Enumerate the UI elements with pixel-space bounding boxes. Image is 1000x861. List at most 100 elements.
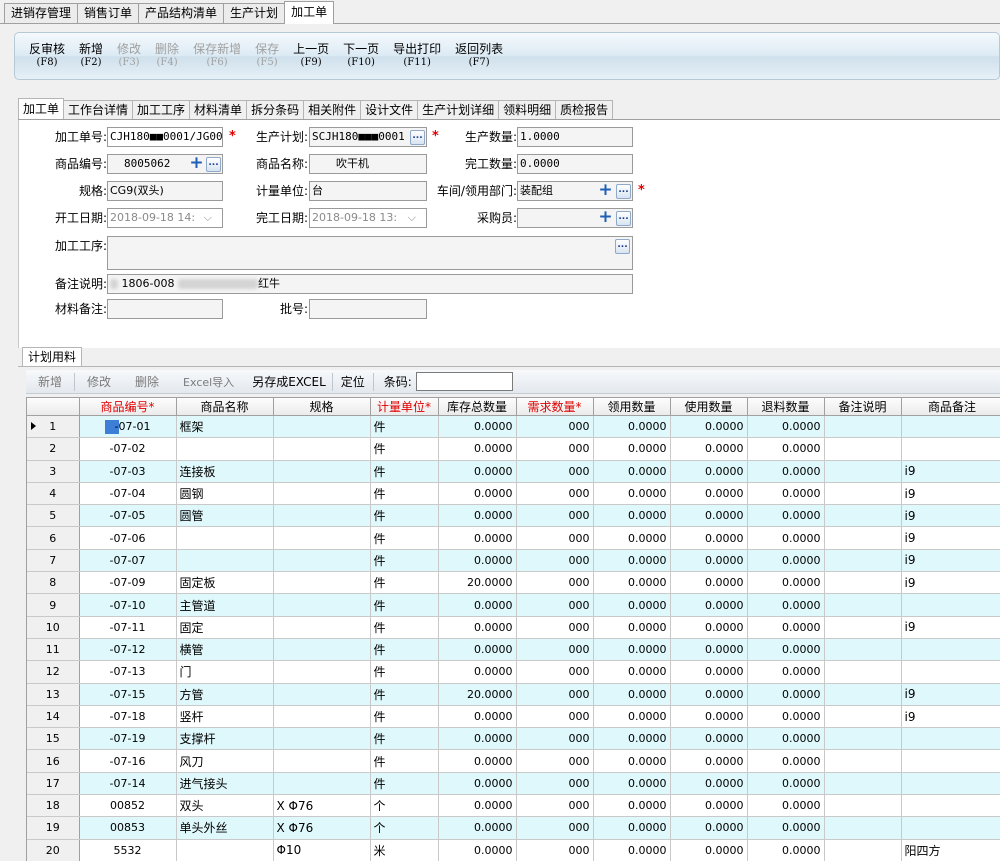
locate-button[interactable]: 定位	[333, 373, 373, 390]
cell-stock[interactable]: 0.0000	[438, 526, 517, 550]
tab-detail-4[interactable]: 拆分条码	[246, 100, 305, 119]
top-tab-3[interactable]: 生产计划	[223, 3, 286, 23]
cell-stock[interactable]: 0.0000	[438, 593, 517, 617]
spec-field[interactable]: CG9(双头)	[107, 181, 223, 201]
cell-pnote[interactable]	[901, 437, 1000, 461]
cell-pnote[interactable]: i9	[901, 460, 1000, 483]
cell-name[interactable]: 横管	[176, 638, 274, 662]
row-number[interactable]: 4	[27, 482, 80, 506]
cell-use[interactable]: 0.0000	[670, 772, 748, 796]
cell-name[interactable]: 风刀	[176, 749, 274, 773]
cell-note[interactable]	[824, 616, 902, 639]
cell-need[interactable]: 000	[516, 571, 594, 595]
cell-note[interactable]	[824, 660, 902, 684]
cell-code[interactable]: -07-05	[79, 504, 177, 528]
cell-name[interactable]	[176, 839, 274, 861]
cell-stock[interactable]: 0.0000	[438, 839, 517, 861]
toolbar-button-2[interactable]: 修改 (F3)	[111, 36, 147, 76]
cell-need[interactable]: 000	[516, 660, 594, 684]
cell-name[interactable]: 竖杆	[176, 705, 274, 729]
cell-spec[interactable]	[273, 571, 371, 595]
cell-unit[interactable]: 件	[370, 437, 439, 461]
cell-stock[interactable]: 0.0000	[438, 616, 517, 639]
cell-need[interactable]: 000	[516, 616, 594, 639]
cell-code[interactable]: -07-14	[79, 772, 177, 796]
qty-field[interactable]: 1.0000	[517, 127, 633, 147]
column-header[interactable]: 需求数量*	[516, 398, 594, 416]
cell-code[interactable]: -07-09	[79, 571, 177, 595]
tab-plan-materials[interactable]: 计划用料	[22, 347, 82, 367]
cell-take[interactable]: 0.0000	[593, 460, 671, 483]
cell-take[interactable]: 0.0000	[593, 638, 671, 662]
cell-note[interactable]	[824, 749, 902, 773]
toolbar-button-6[interactable]: 上一页 (F9)	[287, 36, 335, 76]
cell-take[interactable]: 0.0000	[593, 616, 671, 639]
row-number[interactable]: 17	[27, 772, 80, 796]
cell-name[interactable]: 单头外丝	[176, 816, 274, 840]
cell-note[interactable]	[824, 683, 902, 706]
tab-detail-2[interactable]: 加工工序	[132, 100, 191, 119]
column-header[interactable]: 退料数量	[747, 398, 825, 416]
buyer-lookup-button[interactable]: ...	[616, 211, 631, 226]
toolbar-button-9[interactable]: 返回列表 (F7)	[449, 36, 509, 76]
row-number[interactable]: 2	[27, 437, 80, 461]
cell-code[interactable]: -07-10	[79, 593, 177, 617]
code-lookup-button[interactable]: ...	[206, 157, 221, 172]
dept-lookup-button[interactable]: ...	[616, 184, 631, 199]
cell-unit[interactable]: 件	[370, 616, 439, 639]
cell-take[interactable]: 0.0000	[593, 549, 671, 573]
cell-ret[interactable]: 0.0000	[747, 460, 825, 483]
toolbar-button-4[interactable]: 保存新增 (F6)	[187, 36, 247, 76]
cell-name[interactable]: 支撑杆	[176, 727, 274, 751]
cell-take[interactable]: 0.0000	[593, 839, 671, 861]
cell-need[interactable]: 000	[516, 772, 594, 796]
cell-need[interactable]: 000	[516, 526, 594, 550]
chevron-down-icon[interactable]: ⌵	[204, 209, 212, 227]
cell-spec[interactable]	[273, 705, 371, 729]
cell-stock[interactable]: 0.0000	[438, 460, 517, 483]
toolbar-button-1[interactable]: 新增 (F2)	[73, 36, 109, 76]
row-number[interactable]: 10	[27, 616, 80, 639]
cell-pnote[interactable]: 阳四方	[901, 839, 1000, 861]
cell-name[interactable]: 框架	[176, 415, 274, 439]
cell-ret[interactable]: 0.0000	[747, 660, 825, 684]
cell-take[interactable]: 0.0000	[593, 571, 671, 595]
cell-use[interactable]: 0.0000	[670, 794, 748, 818]
cell-pnote[interactable]	[901, 660, 1000, 684]
cell-code[interactable]: -07-03	[79, 460, 177, 483]
row-number[interactable]: 1	[27, 415, 80, 439]
cell-note[interactable]	[824, 839, 902, 861]
cell-code[interactable]: -07-11	[79, 616, 177, 639]
cell-stock[interactable]: 0.0000	[438, 504, 517, 528]
cell-ret[interactable]: 0.0000	[747, 549, 825, 573]
cell-pnote[interactable]	[901, 749, 1000, 773]
top-tab-4[interactable]: 加工单	[284, 1, 335, 24]
table-row[interactable]: 7 -07-07 件 0.0000 000 0.0000 0.0000 0.0000 i9	[27, 549, 1000, 573]
cell-ret[interactable]: 0.0000	[747, 571, 825, 595]
cell-take[interactable]: 0.0000	[593, 683, 671, 706]
cell-ret[interactable]: 0.0000	[747, 482, 825, 506]
cell-spec[interactable]	[273, 460, 371, 483]
cell-unit[interactable]: 件	[370, 660, 439, 684]
cell-take[interactable]: 0.0000	[593, 660, 671, 684]
cell-spec[interactable]: X Φ76	[273, 794, 371, 818]
grid-delete-button[interactable]: 删除	[123, 373, 171, 390]
cell-spec[interactable]: X Φ76	[273, 816, 371, 840]
cell-spec[interactable]	[273, 437, 371, 461]
cell-name[interactable]	[176, 526, 274, 550]
row-number[interactable]: 9	[27, 593, 80, 617]
toolbar-button-8[interactable]: 导出打印 (F11)	[387, 36, 447, 76]
tab-detail-0[interactable]: 加工单	[18, 98, 65, 119]
row-number[interactable]: 13	[27, 683, 80, 706]
cell-stock[interactable]: 0.0000	[438, 727, 517, 751]
cell-ret[interactable]: 0.0000	[747, 683, 825, 706]
column-header[interactable]: 使用数量	[670, 398, 748, 416]
cell-unit[interactable]: 件	[370, 683, 439, 706]
table-row[interactable]: 6 -07-06 件 0.0000 000 0.0000 0.0000 0.0000 i9	[27, 526, 1000, 550]
cell-use[interactable]: 0.0000	[670, 504, 748, 528]
cell-note[interactable]	[824, 549, 902, 573]
cell-need[interactable]: 000	[516, 482, 594, 506]
row-number[interactable]: 14	[27, 705, 80, 729]
cell-code[interactable]: -07-19	[79, 727, 177, 751]
cell-spec[interactable]	[273, 482, 371, 506]
